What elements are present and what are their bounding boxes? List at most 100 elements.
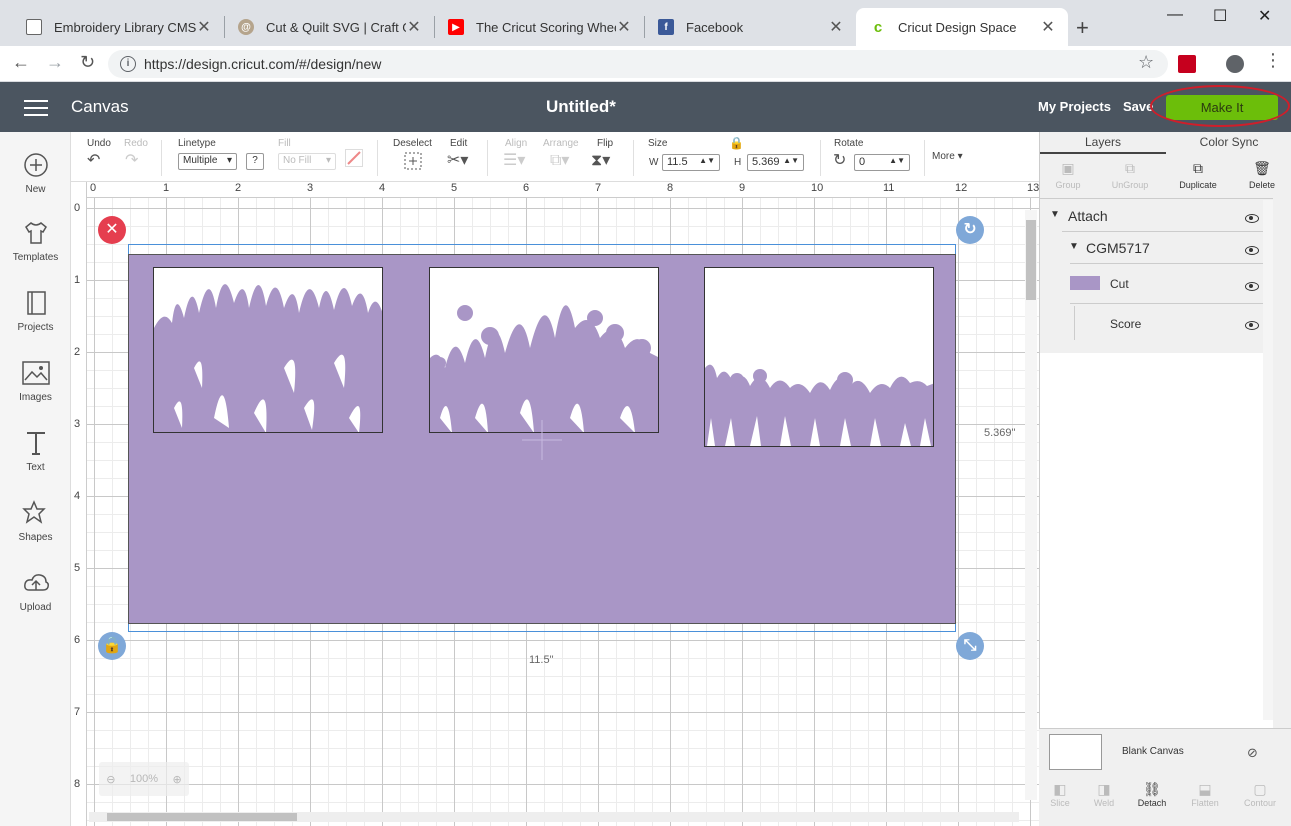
layer-swatch <box>1070 276 1100 290</box>
url-field[interactable]: i https://design.cricut.com/#/design/new <box>108 50 1168 78</box>
close-window-icon[interactable]: ✕ <box>1258 6 1271 26</box>
eye-icon[interactable] <box>1245 214 1259 223</box>
tab-color-sync[interactable]: Color Sync <box>1166 132 1291 154</box>
scrollbar-thumb[interactable] <box>107 813 297 821</box>
height-label: H <box>734 157 742 168</box>
flatten-button[interactable]: ⬓ Flatten <box>1180 781 1230 808</box>
profile-icon[interactable] <box>1226 55 1244 73</box>
undo-icon[interactable]: ↶ <box>87 150 100 170</box>
sidebar-item-upload[interactable]: Upload <box>0 568 71 613</box>
minimize-icon[interactable]: — <box>1167 6 1183 24</box>
stepper-icon[interactable]: ▲▼ <box>889 156 905 165</box>
group-button[interactable]: ▣ Group <box>1044 160 1092 190</box>
caret-down-icon[interactable]: ▼ <box>1050 209 1060 220</box>
delete-handle-icon[interactable]: ✕ <box>98 216 126 244</box>
sidebar-item-projects[interactable]: Projects <box>0 288 71 333</box>
arrange-icon[interactable]: ⧉▾ <box>550 150 569 170</box>
zoom-out-icon[interactable]: ⊖ <box>106 773 115 786</box>
resize-handle-icon[interactable]: ⤡ <box>956 632 984 660</box>
lock-icon[interactable]: 🔒 <box>729 136 744 150</box>
tab-layers[interactable]: Layers <box>1040 132 1166 154</box>
acrobat-extension-icon[interactable] <box>1178 55 1196 73</box>
browser-tab-facebook[interactable]: f Facebook ✕ <box>644 8 856 46</box>
eye-hidden-icon[interactable]: ⊘ <box>1247 745 1258 761</box>
sidebar-item-shapes[interactable]: Shapes <box>0 498 71 543</box>
eye-icon[interactable] <box>1245 246 1259 255</box>
ruler-tick: 7 <box>595 182 602 194</box>
cutout-window-wildflowers <box>429 267 659 433</box>
vertical-scrollbar[interactable] <box>1025 210 1037 800</box>
maximize-icon[interactable]: ☐ <box>1213 6 1227 26</box>
align-icon[interactable]: ☰▾ <box>503 150 525 170</box>
browser-tab-cricut[interactable]: c Cricut Design Space ✕ <box>856 8 1068 46</box>
color-swatch-icon[interactable] <box>345 149 363 167</box>
more-menu[interactable]: More ▾ <box>932 151 963 162</box>
close-icon[interactable]: ✕ <box>406 17 422 37</box>
slice-button[interactable]: ◧ Slice <box>1035 781 1085 808</box>
hamburger-menu-icon[interactable] <box>24 100 48 116</box>
eye-icon[interactable] <box>1245 321 1259 330</box>
eye-icon[interactable] <box>1245 282 1259 291</box>
weld-icon: ◨ <box>1097 781 1111 797</box>
my-projects-link[interactable]: My Projects <box>1038 99 1111 114</box>
zoom-in-icon[interactable]: ⊕ <box>173 773 182 786</box>
close-icon[interactable]: ✕ <box>196 17 212 37</box>
browser-tab-youtube[interactable]: ▶ The Cricut Scoring Wheel vs ✕ <box>434 8 644 46</box>
browser-tab-embroidery[interactable]: Embroidery Library CMS ✕ <box>12 8 224 46</box>
close-icon[interactable]: ✕ <box>828 17 844 37</box>
caret-down-icon: ▾ <box>226 155 232 166</box>
reload-icon[interactable]: ↻ <box>80 52 95 73</box>
sidebar-item-images[interactable]: Images <box>0 358 71 403</box>
sidebar-item-new[interactable]: New <box>0 150 71 195</box>
browser-menu-icon[interactable]: ⋮ <box>1264 50 1282 71</box>
horizontal-scrollbar[interactable] <box>89 812 1019 822</box>
forward-icon[interactable]: → <box>46 52 64 73</box>
linetype-help-button[interactable]: ? <box>246 153 264 170</box>
ruler-tick: 8 <box>667 182 674 194</box>
bookmark-star-icon[interactable]: ☆ <box>1138 52 1154 73</box>
ruler-tick: 1 <box>163 182 170 194</box>
scissors-icon[interactable]: ✂▾ <box>447 150 468 170</box>
lock-handle-icon[interactable]: 🔒 <box>98 632 126 660</box>
stepper-icon[interactable]: ▲▼ <box>699 156 715 165</box>
linetype-select[interactable]: Multiple ▾ <box>178 153 237 170</box>
design-canvas[interactable]: 0 1 2 3 4 5 6 7 8 9 10 11 12 13 0 1 2 3 … <box>71 182 1039 826</box>
flip-icon[interactable]: ⧗▾ <box>591 150 610 170</box>
sidebar-item-text[interactable]: Text <box>0 428 71 473</box>
weld-button[interactable]: ◨ Weld <box>1079 781 1129 808</box>
app-header: Canvas Untitled* My Projects Save Make I… <box>0 82 1291 132</box>
new-tab-button[interactable]: + <box>1076 15 1089 41</box>
contour-button[interactable]: ▢ Contour <box>1235 781 1285 808</box>
detach-button[interactable]: ⛓ Detach <box>1127 781 1177 808</box>
scrollbar-thumb[interactable] <box>1026 220 1036 300</box>
redo-icon[interactable]: ↷ <box>125 150 138 170</box>
blank-canvas-swatch[interactable] <box>1049 734 1102 770</box>
ungroup-button[interactable]: ⧉ UnGroup <box>1106 160 1154 190</box>
layer-row-score[interactable]: Score <box>1040 306 1273 342</box>
back-icon[interactable]: ← <box>12 52 30 73</box>
ruler-tick: 0 <box>90 182 97 194</box>
fill-select[interactable]: No Fill ▾ <box>278 153 336 170</box>
layer-row-cut[interactable]: Cut <box>1040 270 1273 304</box>
delete-button[interactable]: 🗑 Delete <box>1238 160 1286 190</box>
info-icon[interactable]: i <box>120 56 136 72</box>
deselect-icon[interactable] <box>404 152 422 170</box>
sidebar-item-templates[interactable]: Templates <box>0 218 71 263</box>
browser-tab-craft-gen[interactable]: @ Cut & Quilt SVG | Craft Gen ✕ <box>224 8 434 46</box>
ruler-tick: 7 <box>74 706 81 718</box>
divider <box>1070 303 1273 304</box>
close-icon[interactable]: ✕ <box>616 17 632 37</box>
layer-row-cgm5717[interactable]: ▼ CGM5717 <box>1040 238 1273 264</box>
edit-label: Edit <box>450 138 468 149</box>
stepper-icon[interactable]: ▲▼ <box>783 156 799 165</box>
width-input[interactable]: 11.5 ▲▼ <box>662 154 720 171</box>
rotate-handle-icon[interactable]: ↻ <box>956 216 984 244</box>
layers-scrollbar[interactable] <box>1263 200 1273 720</box>
save-link[interactable]: Save <box>1123 99 1153 114</box>
duplicate-button[interactable]: ⧉ Duplicate <box>1174 160 1222 190</box>
layer-row-attach[interactable]: ▼ Attach <box>1040 206 1273 232</box>
caret-down-icon[interactable]: ▼ <box>1069 241 1079 252</box>
height-input[interactable]: 5.369 ▲▼ <box>747 154 804 171</box>
close-icon[interactable]: ✕ <box>1040 17 1056 37</box>
rotate-input[interactable]: 0 ▲▼ <box>854 154 910 171</box>
